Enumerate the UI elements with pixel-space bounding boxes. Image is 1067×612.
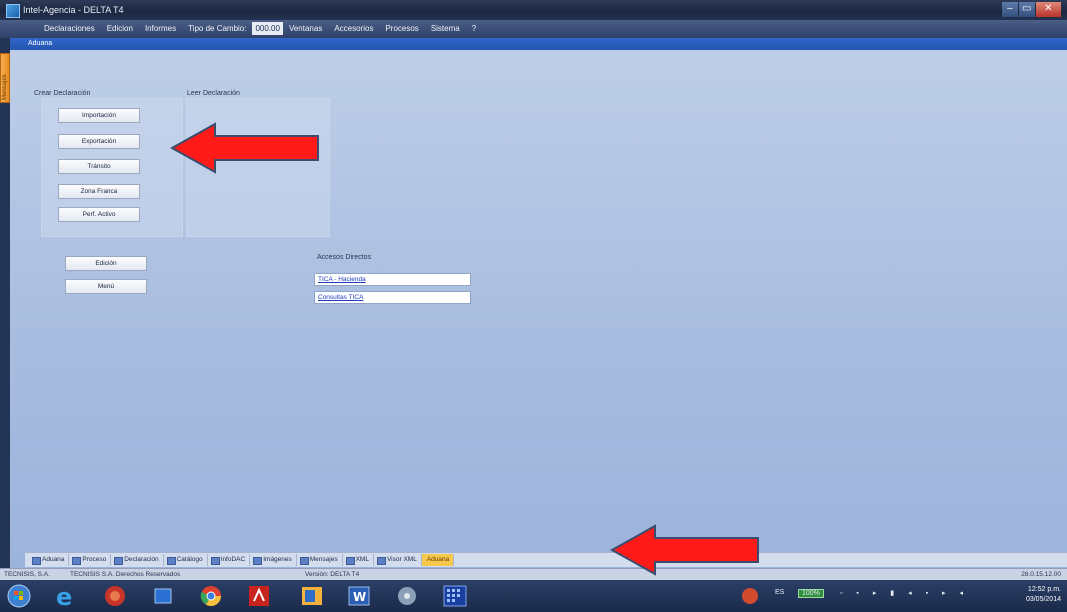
title-bar: Intel-Agencia - DELTA T4 – ▭ ✕ bbox=[0, 0, 1067, 20]
list-icon bbox=[166, 557, 176, 565]
document-window: Aduana Crear Declaración Leer Declaració… bbox=[10, 38, 1067, 568]
window-tab[interactable]: Aduana bbox=[421, 554, 455, 566]
window-tab[interactable]: InfoDAC bbox=[208, 554, 251, 566]
ie-icon[interactable]: e bbox=[50, 583, 80, 611]
window-tab-label: InfoDAC bbox=[220, 556, 246, 563]
window-tab-label: Aduana bbox=[42, 556, 65, 563]
menu-bar: Declaraciones Edicion Informes Tipo de Camb… bbox=[0, 20, 1067, 38]
close-button[interactable]: ✕ bbox=[1035, 2, 1061, 17]
word-icon[interactable]: W bbox=[344, 584, 374, 608]
window-tab-label: Catálogo bbox=[176, 556, 203, 563]
taskbar: e W ES 100% ▫ ▪ ▸ ▮ ◂ ▪ ▸ ◂ 12:52 p.m. 0… bbox=[0, 580, 1067, 612]
window-tab[interactable]: Visor XML bbox=[374, 554, 422, 566]
menu-item[interactable]: Procesos bbox=[379, 20, 424, 38]
window-tab[interactable]: Declaración bbox=[111, 554, 164, 566]
window-tab-label: XML bbox=[355, 556, 369, 563]
window-controls: – ▭ ✕ bbox=[1001, 2, 1061, 17]
delta-app-icon[interactable] bbox=[440, 584, 470, 608]
svg-text:e: e bbox=[56, 584, 72, 608]
menu-item[interactable]: Edicion bbox=[101, 20, 139, 38]
maximize-button[interactable]: ▭ bbox=[1018, 2, 1035, 17]
menu-item[interactable]: Sistema bbox=[425, 20, 466, 38]
edicion-button[interactable]: Edición bbox=[65, 256, 147, 271]
document-icon bbox=[72, 557, 82, 565]
menu-button[interactable]: Menú bbox=[65, 279, 147, 294]
exportacion-button[interactable]: Exportación bbox=[58, 134, 140, 149]
menu-item[interactable]: Informes bbox=[139, 20, 182, 38]
window-tab[interactable]: XML bbox=[343, 554, 374, 566]
menu-item[interactable]: 000.00 bbox=[252, 22, 283, 35]
red-arrow-exportacion bbox=[170, 122, 319, 174]
tray-app-icon[interactable] bbox=[735, 584, 765, 608]
zona-franca-button[interactable]: Zona Franca bbox=[58, 184, 140, 199]
language-indicator[interactable]: ES bbox=[775, 589, 784, 596]
clock-time: 12:52 p.m. bbox=[1027, 586, 1061, 593]
svg-text:W: W bbox=[353, 590, 366, 604]
window-title: Intel-Agencia - DELTA T4 bbox=[23, 5, 124, 15]
window-tab-label: Imágenes bbox=[263, 556, 292, 563]
window-tab[interactable]: Aduana bbox=[29, 554, 70, 566]
window-tab-label: Aduana bbox=[426, 556, 450, 563]
menu-item[interactable]: ? bbox=[466, 20, 482, 38]
clock-date: 03/05/2014 bbox=[1025, 596, 1061, 603]
leer-declaracion-label: Leer Declaración bbox=[187, 90, 240, 97]
side-strip bbox=[0, 38, 10, 568]
battery-indicator[interactable]: 100% bbox=[798, 589, 824, 598]
red-arrow-aduana-tab bbox=[610, 524, 759, 576]
menu-item[interactable]: Accesorios bbox=[328, 20, 379, 38]
outlook-icon[interactable] bbox=[297, 584, 327, 608]
menu-item[interactable]: Tipo de Cambio: bbox=[182, 20, 252, 38]
window-tab-label: Visor XML bbox=[386, 556, 417, 563]
document-icon bbox=[114, 557, 124, 565]
document-title: Aduana bbox=[10, 38, 1067, 50]
folder-icon bbox=[32, 557, 41, 565]
consultas-tica-link[interactable]: Consultas TICA bbox=[314, 291, 471, 304]
xml-icon bbox=[345, 557, 355, 565]
minimize-button[interactable]: – bbox=[1002, 2, 1018, 17]
side-tab-label: Mensajes bbox=[2, 74, 8, 100]
side-tab-mensajes[interactable]: Mensajes bbox=[0, 53, 10, 103]
window-tab[interactable]: Catálogo bbox=[164, 554, 208, 566]
window-tab-label: Declaración bbox=[124, 556, 159, 563]
app2-icon[interactable] bbox=[392, 584, 422, 608]
message-icon bbox=[299, 557, 309, 565]
accesos-directos-label: Accesos Directos bbox=[317, 254, 372, 261]
transito-button[interactable]: Tránsito bbox=[58, 159, 140, 174]
media-icon[interactable] bbox=[148, 584, 178, 608]
app-icon[interactable] bbox=[100, 584, 130, 608]
start-orb-icon[interactable] bbox=[6, 584, 36, 608]
tray-icons[interactable]: ▫ ▪ ▸ ▮ ◂ ▪ ▸ ◂ bbox=[840, 589, 969, 597]
menu-item[interactable]: Ventanas bbox=[283, 20, 328, 38]
image-icon bbox=[253, 557, 263, 565]
tica-hacienda-link[interactable]: TICA - Hacienda bbox=[314, 273, 471, 286]
window-tabs-bar: Aduana Proceso Declaración Catálogo InfoDAC I… bbox=[25, 552, 1067, 567]
window-tab[interactable]: Mensajes bbox=[297, 554, 343, 566]
acrobat-icon[interactable] bbox=[244, 584, 274, 608]
menu-item[interactable]: Declaraciones bbox=[38, 20, 101, 38]
clock[interactable]: 12:52 p.m. 03/05/2014 bbox=[1026, 585, 1061, 605]
window-tab[interactable]: Imágenes bbox=[250, 554, 297, 566]
chrome-icon[interactable] bbox=[196, 584, 226, 608]
window-tab[interactable]: Proceso bbox=[69, 554, 112, 566]
xml-icon bbox=[376, 557, 386, 565]
crear-declaracion-label: Crear Declaración bbox=[34, 90, 91, 97]
app-icon bbox=[6, 4, 20, 18]
perf-activo-button[interactable]: Perf. Activo bbox=[58, 207, 140, 222]
document-icon bbox=[210, 557, 220, 565]
importacion-button[interactable]: Importación bbox=[58, 108, 140, 123]
window-tab-label: Mensajes bbox=[309, 556, 338, 563]
window-tab-label: Proceso bbox=[82, 556, 107, 563]
